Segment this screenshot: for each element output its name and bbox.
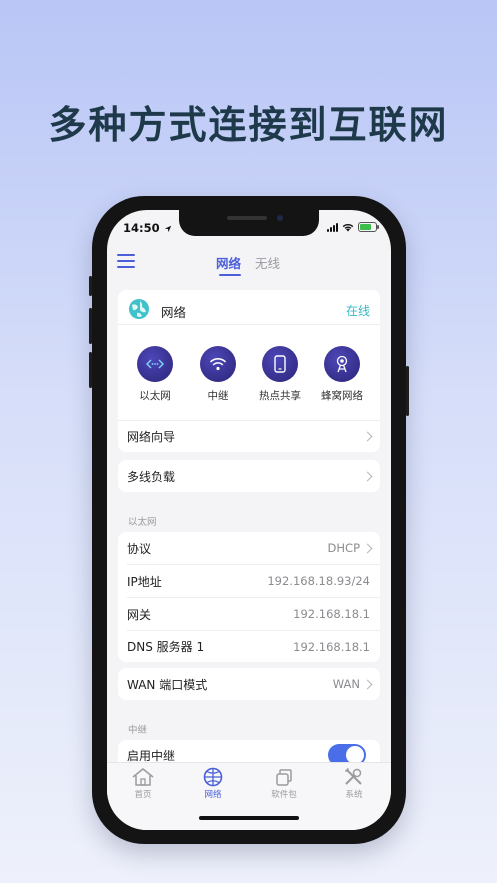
tabbar-home-label: 首页 — [134, 790, 152, 800]
protocol-label: 协议 — [127, 541, 152, 556]
ethernet-section-title: 以太网 — [128, 517, 157, 528]
network-wizard-label: 网络向导 — [127, 430, 176, 444]
camera — [277, 215, 283, 221]
home-icon — [132, 768, 154, 786]
tabbar-network-label: 网络 — [204, 790, 222, 800]
ethernet-icon — [146, 359, 164, 369]
dns-row: DNS 服务器 1 192.168.18.1 — [118, 631, 380, 662]
mode-hotspot[interactable]: 热点共享 — [253, 346, 307, 403]
speaker — [227, 216, 267, 220]
wan-port-label: WAN 端口模式 — [127, 677, 208, 692]
gateway-value: 192.168.18.1 — [293, 607, 370, 621]
phone-icon — [274, 355, 286, 373]
wan-port-row[interactable]: WAN 端口模式 WAN — [118, 668, 380, 700]
enable-relay-label: 启用中继 — [127, 748, 176, 763]
mode-relay[interactable]: 中继 — [191, 346, 245, 403]
mode-relay-label: 中继 — [207, 390, 229, 402]
tabbar-system[interactable]: 系统 — [329, 767, 379, 800]
status-time: 14:50 — [123, 221, 172, 235]
tabbar-system-label: 系统 — [345, 790, 363, 800]
dns-label: DNS 服务器 1 — [127, 640, 205, 654]
mode-cellular[interactable]: 蜂窝网络 — [315, 346, 369, 403]
tab-indicator — [219, 274, 241, 276]
network-card: 网络 在线 以太网 中继 热点共享 蜂窝网络 网络向导 — [118, 290, 380, 452]
mode-ethernet-label: 以太网 — [139, 390, 171, 402]
chevron-right-icon — [362, 431, 373, 442]
status-icons — [327, 222, 379, 232]
tabbar-packages-label: 软件包 — [271, 790, 297, 800]
multi-wan-card[interactable]: 多线负载 — [118, 460, 380, 492]
multi-wan-row[interactable]: 多线负载 — [118, 460, 380, 492]
battery-icon — [358, 222, 379, 232]
wan-port-value: WAN — [332, 677, 360, 691]
chevron-right-icon — [362, 471, 373, 481]
chevron-right-icon — [362, 679, 373, 689]
gateway-label: 网关 — [127, 607, 152, 622]
cellular-icon — [336, 355, 348, 373]
promo-headline: 多种方式连接到互联网 — [48, 103, 449, 147]
phone-screen: 14:50 网络 无线 网络 在线 以太网 中继 热点共享 蜂窝网络 网络向导 … — [107, 210, 391, 830]
phone-volume-down — [89, 352, 92, 388]
mode-cellular-label: 蜂窝网络 — [321, 390, 363, 402]
menu-icon[interactable] — [117, 254, 135, 268]
signal-icon — [327, 222, 338, 232]
location-icon — [164, 225, 171, 232]
multi-wan-label: 多线负载 — [127, 469, 176, 484]
mode-hotspot-label: 热点共享 — [259, 390, 301, 402]
wifi-status-icon — [342, 223, 354, 231]
phone-power-button — [406, 366, 409, 416]
ethernet-card: 协议 DHCP IP地址 192.168.18.93/24 网关 192.168… — [118, 532, 380, 662]
mode-ethernet[interactable]: 以太网 — [128, 346, 182, 403]
home-indicator — [199, 816, 299, 820]
ip-address-row: IP地址 192.168.18.93/24 — [118, 565, 380, 597]
network-card-title: 网络 — [161, 305, 187, 320]
package-icon — [276, 769, 292, 786]
tabbar-home[interactable]: 首页 — [118, 767, 168, 800]
ip-address-label: IP地址 — [127, 574, 162, 589]
globe-icon — [203, 767, 223, 787]
network-wizard-row[interactable]: 网络向导 — [118, 421, 380, 452]
relay-section-title: 中继 — [128, 725, 148, 736]
tabbar-network[interactable]: 网络 — [188, 767, 238, 800]
tools-icon — [344, 767, 362, 785]
tabbar-packages[interactable]: 软件包 — [259, 767, 309, 800]
gateway-row: 网关 192.168.18.1 — [118, 598, 380, 630]
tab-network[interactable]: 网络 — [216, 253, 241, 272]
wifi-icon — [209, 358, 227, 371]
phone-volume-up — [89, 308, 92, 344]
divider — [118, 324, 380, 325]
dns-value: 192.168.18.1 — [293, 639, 370, 654]
network-status-badge: 在线 — [345, 304, 370, 318]
notch — [179, 210, 319, 236]
phone-silent-switch — [89, 276, 92, 296]
protocol-value: DHCP — [327, 541, 360, 555]
network-globe-icon — [129, 299, 149, 319]
ip-address-value: 192.168.18.93/24 — [267, 574, 370, 588]
chevron-right-icon — [362, 543, 373, 553]
top-bar: 网络 无线 — [107, 250, 391, 284]
tab-wireless[interactable]: 无线 — [255, 253, 280, 272]
wan-port-card[interactable]: WAN 端口模式 WAN — [118, 668, 380, 700]
protocol-row[interactable]: 协议 DHCP — [118, 532, 380, 564]
